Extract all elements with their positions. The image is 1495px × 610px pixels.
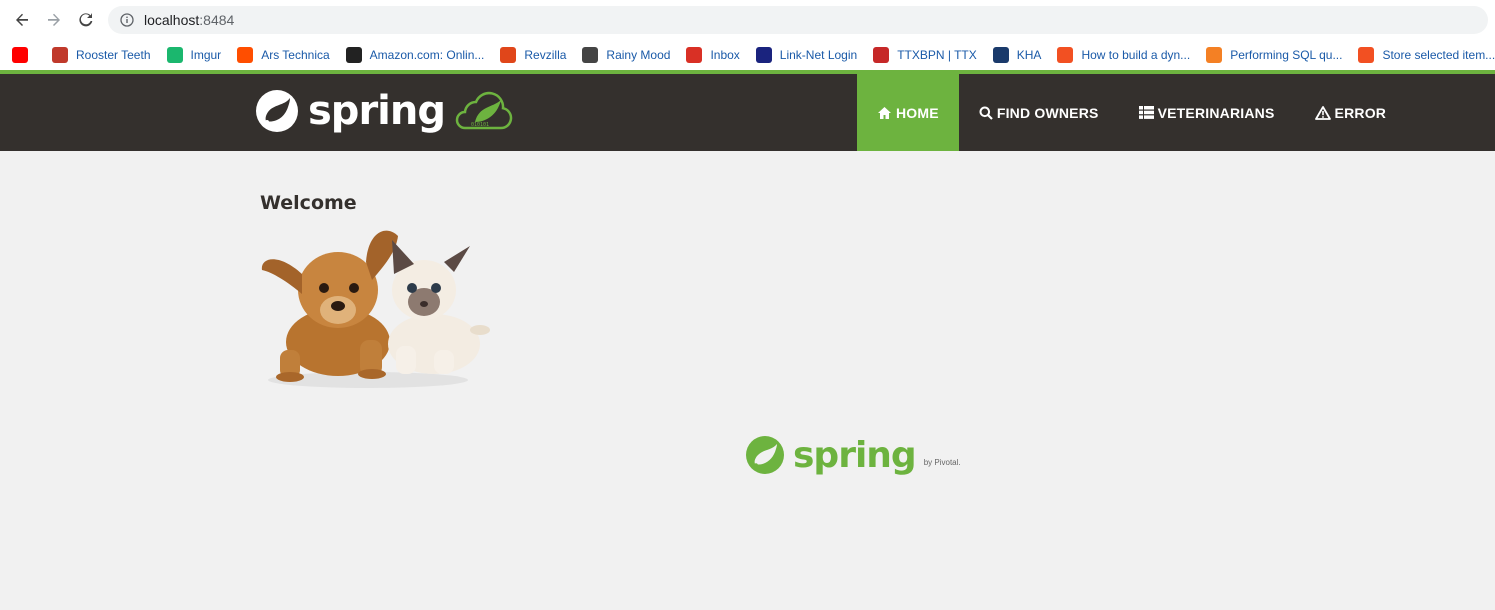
rainy-mood-icon — [582, 47, 599, 63]
bookmark-label: KHA — [1016, 48, 1042, 62]
bookmark-item[interactable]: KHA — [992, 43, 1042, 67]
bookmark-label: Rooster Teeth — [76, 48, 151, 62]
pets-image — [258, 222, 494, 390]
bookmark-item[interactable]: How to build a dyn... — [1057, 43, 1190, 67]
cloud-leaf-icon: 010101 — [455, 91, 513, 130]
amazon-icon — [345, 47, 362, 63]
bookmark-label: Imgur — [190, 48, 222, 62]
footer-logo: spring by Pivotal. — [745, 432, 961, 478]
site-info-icon[interactable] — [120, 13, 134, 27]
gmail-icon — [686, 47, 703, 63]
back-button[interactable] — [10, 8, 34, 32]
bookmark-item[interactable]: Imgur — [166, 43, 222, 67]
bookmark-label: How to build a dyn... — [1081, 48, 1191, 62]
bookmark-item[interactable]: Performing SQL qu... — [1206, 43, 1342, 67]
nav-veterinarians[interactable]: VETERINARIANS — [1119, 74, 1295, 151]
app-navbar: spring 010101 HOME FIND OWNERS VETERINAR… — [0, 74, 1495, 151]
bookmark-item[interactable]: Amazon.com: Onlin... — [345, 43, 485, 67]
svg-text:010101: 010101 — [471, 122, 489, 128]
spring-leaf-icon — [256, 90, 298, 132]
nav-find-owners[interactable]: FIND OWNERS — [959, 74, 1119, 151]
bookmark-item[interactable]: TTXBPN | TTX — [873, 43, 977, 67]
bookmark-label: TTXBPN | TTX — [897, 48, 977, 62]
revzilla-icon — [500, 47, 517, 63]
ttx-icon — [873, 47, 890, 63]
bookmarks-bar: Rooster Teeth Imgur Ars Technica Amazon.com… — [0, 40, 1495, 70]
bookmark-item[interactable]: Link-Net Login — [755, 43, 858, 67]
nav-error[interactable]: ERROR — [1295, 74, 1407, 151]
bookmark-label: Inbox — [710, 48, 740, 62]
stackoverflow-icon — [1206, 47, 1223, 63]
browser-toolbar: localhost:8484 — [0, 0, 1495, 40]
url-host: localhost — [144, 12, 200, 28]
nav-home-label: HOME — [896, 104, 939, 121]
url-port: :8484 — [199, 12, 235, 28]
back-arrow-icon — [16, 13, 28, 26]
ars-icon — [237, 47, 254, 63]
address-bar[interactable]: localhost:8484 — [108, 6, 1488, 34]
bookmark-label: Rainy Mood — [606, 48, 671, 62]
home-icon — [877, 106, 892, 120]
bookmark-item[interactable]: Inbox — [686, 43, 740, 67]
warning-icon — [1314, 105, 1331, 120]
brand-text: spring — [308, 88, 446, 134]
bookmark-label: Ars Technica — [261, 48, 330, 62]
main-nav: HOME FIND OWNERS VETERINARIANS ERROR — [857, 74, 1406, 151]
microsoft-icon — [1057, 47, 1074, 63]
bookmark-item[interactable]: Ars Technica — [237, 43, 330, 67]
bookmark-item[interactable]: Revzilla — [500, 43, 566, 67]
bookmark-label: Amazon.com: Onlin... — [369, 48, 485, 62]
bookmark-item[interactable] — [12, 43, 36, 67]
forward-arrow-icon — [48, 13, 60, 26]
page-title: Welcome — [260, 192, 357, 214]
nav-error-label: ERROR — [1334, 104, 1387, 121]
nav-home[interactable]: HOME — [857, 74, 959, 151]
bookmark-label: Performing SQL qu... — [1230, 48, 1343, 62]
reload-icon — [79, 13, 93, 27]
youtube-icon — [12, 47, 28, 63]
bookmark-item[interactable]: Store selected item... — [1358, 43, 1495, 67]
footer-by-text: by Pivotal. — [923, 457, 961, 467]
brand-logo[interactable]: spring 010101 — [254, 86, 515, 136]
bookmark-label: Revzilla — [524, 48, 567, 62]
bookmark-label: Link-Net Login — [779, 48, 858, 62]
kha-icon — [992, 47, 1009, 63]
linknet-icon — [755, 47, 772, 63]
list-icon — [1138, 106, 1154, 119]
search-icon — [979, 106, 993, 120]
footer-brand-text: spring — [793, 434, 917, 476]
microsoft-icon — [1358, 47, 1375, 63]
bookmark-item[interactable]: Rainy Mood — [582, 43, 670, 67]
rooster-teeth-icon — [52, 47, 68, 63]
spring-leaf-icon — [746, 436, 784, 474]
forward-button[interactable] — [42, 8, 66, 32]
nav-find-owners-label: FIND OWNERS — [996, 104, 1099, 121]
bookmark-item[interactable]: Rooster Teeth — [52, 43, 151, 67]
nav-veterinarians-label: VETERINARIANS — [1157, 104, 1275, 121]
imgur-icon — [166, 47, 183, 63]
reload-button[interactable] — [74, 8, 98, 32]
bookmark-label: Store selected item... — [1382, 48, 1495, 62]
